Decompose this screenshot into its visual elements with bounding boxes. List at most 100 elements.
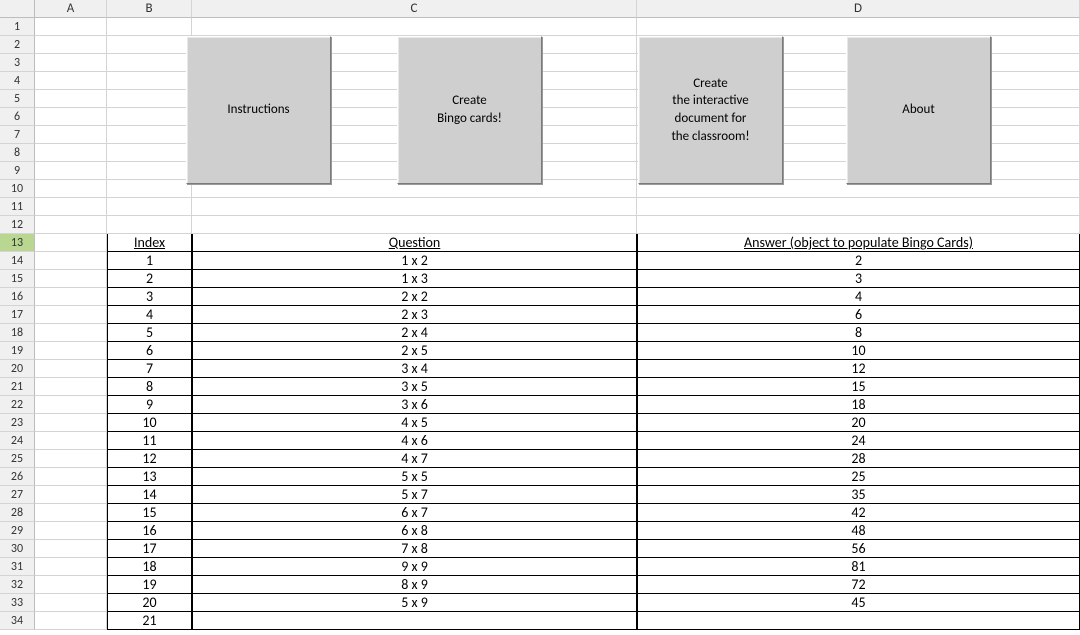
cell-B5[interactable] [107,90,192,108]
row-header-14[interactable]: 14 [0,252,35,270]
column-header-A[interactable]: A [35,0,107,18]
cell-B2[interactable] [107,36,192,54]
cell-B11[interactable] [107,198,192,216]
select-all-corner[interactable] [0,0,35,18]
cell-A12[interactable] [35,216,107,234]
table-row-question: 3 x 5 [192,378,637,396]
cell-A7[interactable] [35,126,107,144]
cell-C11[interactable] [192,198,637,216]
cell-A25[interactable] [35,450,107,468]
row-header-34[interactable]: 34 [0,612,35,630]
cell-B6[interactable] [107,108,192,126]
row-header-32[interactable]: 32 [0,576,35,594]
row-header-5[interactable]: 5 [0,90,35,108]
cell-A24[interactable] [35,432,107,450]
cell-A32[interactable] [35,576,107,594]
row-header-22[interactable]: 22 [0,396,35,414]
instructions-button[interactable]: Instructions [186,36,331,184]
cell-A27[interactable] [35,486,107,504]
cell-A28[interactable] [35,504,107,522]
cell-A5[interactable] [35,90,107,108]
create-interactive-document-button[interactable]: Createthe interactivedocument forthe cla… [638,36,783,184]
cell-A16[interactable] [35,288,107,306]
cell-A14[interactable] [35,252,107,270]
cell-D12[interactable] [637,216,1080,234]
cell-B7[interactable] [107,126,192,144]
cell-A8[interactable] [35,144,107,162]
cell-B3[interactable] [107,54,192,72]
cell-A17[interactable] [35,306,107,324]
cell-A11[interactable] [35,198,107,216]
row-header-17[interactable]: 17 [0,306,35,324]
column-header-D[interactable]: D [637,0,1080,18]
row-header-8[interactable]: 8 [0,144,35,162]
row-header-33[interactable]: 33 [0,594,35,612]
row-header-27[interactable]: 27 [0,486,35,504]
cell-A26[interactable] [35,468,107,486]
cell-A18[interactable] [35,324,107,342]
row-header-1[interactable]: 1 [0,18,35,36]
cell-A23[interactable] [35,414,107,432]
row-header-13[interactable]: 13 [0,234,35,252]
cell-A30[interactable] [35,540,107,558]
row-header-11[interactable]: 11 [0,198,35,216]
cell-A20[interactable] [35,360,107,378]
row-header-30[interactable]: 30 [0,540,35,558]
row-header-26[interactable]: 26 [0,468,35,486]
row-header-15[interactable]: 15 [0,270,35,288]
row-header-21[interactable]: 21 [0,378,35,396]
cell-A29[interactable] [35,522,107,540]
cell-A6[interactable] [35,108,107,126]
cell-A19[interactable] [35,342,107,360]
row-header-10[interactable]: 10 [0,180,35,198]
create-bingo-cards-button[interactable]: CreateBingo cards! [397,36,542,184]
column-header-C[interactable]: C [192,0,637,18]
cell-B8[interactable] [107,144,192,162]
row-header-2[interactable]: 2 [0,36,35,54]
about-button[interactable]: About [846,36,991,184]
row-header-6[interactable]: 6 [0,108,35,126]
row-header-28[interactable]: 28 [0,504,35,522]
cell-A4[interactable] [35,72,107,90]
column-header-B[interactable]: B [107,0,192,18]
table-row-index: 12 [107,450,192,468]
cell-C12[interactable] [192,216,637,234]
cell-A2[interactable] [35,36,107,54]
cell-A33[interactable] [35,594,107,612]
cell-A21[interactable] [35,378,107,396]
cell-D1[interactable] [637,18,1080,36]
row-header-9[interactable]: 9 [0,162,35,180]
cell-B4[interactable] [107,72,192,90]
cell-B10[interactable] [107,180,192,198]
row-header-16[interactable]: 16 [0,288,35,306]
row-header-20[interactable]: 20 [0,360,35,378]
cell-D11[interactable] [637,198,1080,216]
row-header-4[interactable]: 4 [0,72,35,90]
cell-A34[interactable] [35,612,107,630]
cell-B9[interactable] [107,162,192,180]
table-row-question: 2 x 3 [192,306,637,324]
row-header-7[interactable]: 7 [0,126,35,144]
cell-A15[interactable] [35,270,107,288]
row-header-19[interactable]: 19 [0,342,35,360]
table-row-question: 9 x 9 [192,558,637,576]
cell-A9[interactable] [35,162,107,180]
cell-A31[interactable] [35,558,107,576]
cell-A22[interactable] [35,396,107,414]
row-header-29[interactable]: 29 [0,522,35,540]
cell-A1[interactable] [35,18,107,36]
table-row-question: 2 x 4 [192,324,637,342]
row-header-31[interactable]: 31 [0,558,35,576]
row-header-18[interactable]: 18 [0,324,35,342]
row-header-25[interactable]: 25 [0,450,35,468]
row-header-12[interactable]: 12 [0,216,35,234]
cell-A10[interactable] [35,180,107,198]
cell-B1[interactable] [107,18,192,36]
cell-C1[interactable] [192,18,637,36]
cell-A3[interactable] [35,54,107,72]
row-header-23[interactable]: 23 [0,414,35,432]
cell-B12[interactable] [107,216,192,234]
row-header-3[interactable]: 3 [0,54,35,72]
cell-A13[interactable] [35,234,107,252]
row-header-24[interactable]: 24 [0,432,35,450]
